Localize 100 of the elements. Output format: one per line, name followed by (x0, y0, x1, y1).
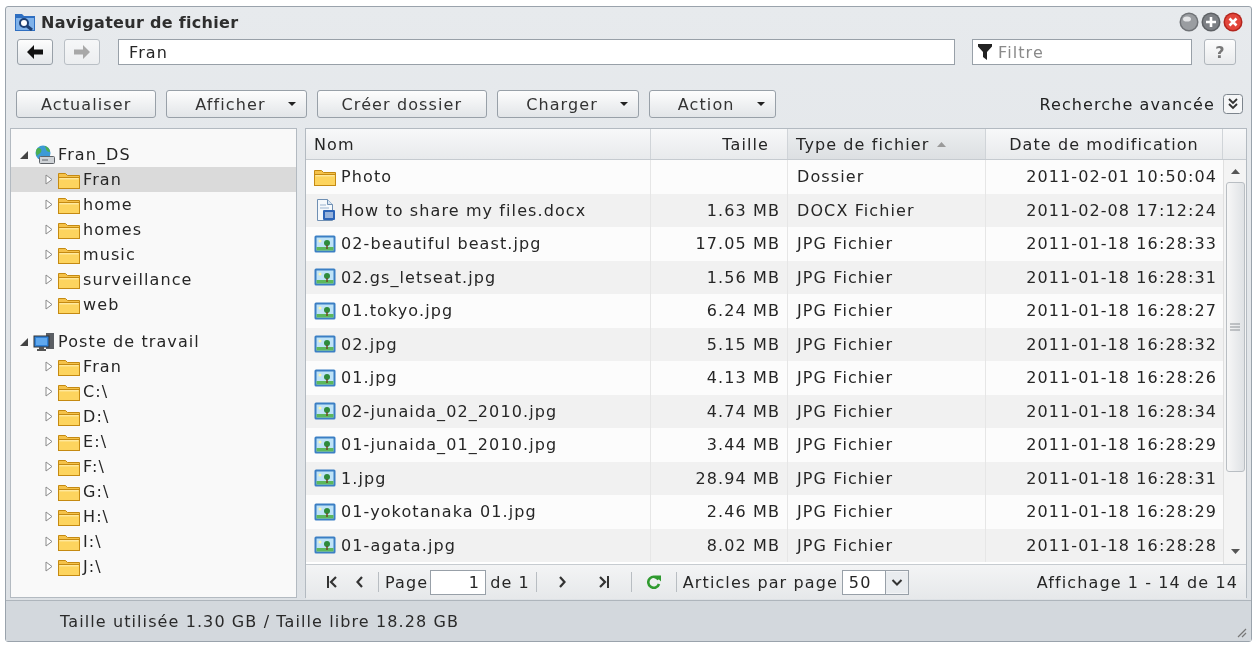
page-field[interactable]: 1 (430, 569, 487, 595)
collapsed-triangle-icon[interactable] (44, 174, 54, 185)
folder-icon (58, 407, 80, 426)
folder-icon (58, 245, 80, 264)
collapsed-triangle-icon[interactable] (44, 511, 54, 522)
collapsed-triangle-icon[interactable] (44, 249, 54, 260)
advanced-search-link[interactable]: Recherche avancée (1039, 94, 1215, 114)
tree-item[interactable]: Fran_DS (11, 142, 296, 167)
tree-item[interactable]: E:\ (11, 429, 296, 454)
next-page-icon[interactable] (558, 576, 566, 588)
toolbar-button[interactable]: Créer dossier (316, 90, 488, 118)
previous-page-icon[interactable] (356, 576, 363, 588)
file-row[interactable]: How to share my files.docx 1.63 MB DOCX Fichier 2011-02-08 17:12:24 (306, 193, 1223, 227)
tree-item[interactable]: D:\ (11, 404, 296, 429)
tree-item[interactable]: Poste de travail (11, 329, 296, 354)
tree-item[interactable]: web (11, 292, 296, 317)
collapsed-triangle-icon[interactable] (44, 299, 54, 310)
folder-icon (58, 532, 80, 551)
file-row[interactable]: 01-agata.jpg 8.02 MB JPG Fichier 2011-01-18 16:28:28 (306, 528, 1223, 562)
minimize-icon[interactable] (1179, 12, 1199, 32)
file-row[interactable]: 1.jpg 28.94 MB JPG Fichier 2011-01-18 16:28:31 (306, 461, 1223, 495)
expand-icon[interactable] (1223, 94, 1243, 114)
collapsed-triangle-icon[interactable] (44, 486, 54, 497)
collapsed-triangle-icon[interactable] (44, 561, 54, 572)
first-page-icon[interactable] (327, 576, 338, 588)
tree-item[interactable]: home (11, 192, 296, 217)
collapsed-triangle-icon[interactable] (44, 536, 54, 547)
collapsed-triangle-icon[interactable] (44, 386, 54, 397)
path-field[interactable]: Fran (118, 39, 955, 65)
toolbar-button[interactable]: Actualiser (16, 90, 157, 118)
toolbar-button[interactable]: Afficher (166, 90, 307, 118)
maximize-icon[interactable] (1201, 12, 1221, 32)
modified-date: 2011-01-18 16:28:29 (1026, 435, 1217, 455)
tree-item[interactable]: surveillance (11, 267, 296, 292)
file-size: 5.15 MB (706, 334, 780, 354)
chevron-down-icon (884, 570, 908, 594)
caret-down-icon (756, 102, 765, 106)
expanded-triangle-icon[interactable] (19, 337, 29, 346)
folder-icon (58, 457, 80, 476)
arrow-right-icon (74, 45, 90, 59)
file-row[interactable]: 02.jpg 5.15 MB JPG Fichier 2011-01-18 16:28:32 (306, 327, 1223, 361)
collapsed-triangle-icon[interactable] (44, 224, 54, 235)
tree-item[interactable]: I:\ (11, 529, 296, 554)
server-globe-icon (33, 144, 55, 165)
tree-item[interactable]: Fran (11, 354, 296, 379)
image-icon (314, 335, 336, 354)
folder-icon (58, 507, 80, 526)
filter-field[interactable]: Filtre (972, 39, 1192, 65)
help-button[interactable]: ? (1204, 39, 1236, 65)
collapsed-triangle-icon[interactable] (44, 199, 54, 210)
scrollbar-thumb[interactable] (1225, 182, 1245, 472)
collapsed-triangle-icon[interactable] (44, 436, 54, 447)
file-name: 02.gs_letseat.jpg (341, 267, 497, 287)
modified-date: 2011-01-18 16:28:27 (1026, 301, 1217, 321)
tree-item[interactable]: homes (11, 217, 296, 242)
file-size: 3.44 MB (706, 435, 780, 455)
image-icon (314, 368, 336, 387)
tree-item[interactable]: H:\ (11, 504, 296, 529)
refresh-icon[interactable] (646, 575, 661, 589)
scroll-down-icon[interactable] (1230, 549, 1240, 554)
folder-icon (58, 170, 80, 189)
tree-item[interactable]: F:\ (11, 454, 296, 479)
collapsed-triangle-icon[interactable] (44, 274, 54, 285)
scroll-up-icon[interactable] (1230, 169, 1240, 174)
column-header[interactable]: Nom (306, 129, 651, 159)
file-type: DOCX Fichier (797, 200, 915, 220)
folder-icon (58, 482, 80, 501)
modified-date: 2011-01-18 16:28:26 (1026, 368, 1217, 388)
image-icon (314, 435, 336, 454)
expanded-triangle-icon[interactable] (19, 150, 29, 159)
collapsed-triangle-icon[interactable] (44, 461, 54, 472)
collapsed-triangle-icon[interactable] (44, 361, 54, 372)
image-icon (314, 536, 336, 555)
last-page-icon[interactable] (597, 576, 609, 588)
tree-item[interactable]: music (11, 242, 296, 267)
modified-date: 2011-01-18 16:28:33 (1026, 234, 1217, 254)
folder-icon (58, 195, 80, 214)
scrollbar[interactable] (1223, 160, 1246, 564)
image-icon (314, 469, 336, 488)
tree-item[interactable]: Fran (11, 167, 296, 192)
toolbar-button[interactable]: Action (648, 90, 776, 118)
close-icon[interactable] (1223, 12, 1243, 32)
collapsed-triangle-icon[interactable] (44, 411, 54, 422)
file-type: JPG Fichier (797, 334, 894, 354)
toolbar-button[interactable]: Charger (497, 90, 639, 118)
file-row[interactable]: 02.gs_letseat.jpg 1.56 MB JPG Fichier 2011-01-18 16:28:31 (306, 260, 1223, 294)
folder-search-icon (15, 13, 35, 31)
column-header[interactable]: Date de modification (986, 129, 1223, 159)
back-button[interactable] (17, 39, 53, 65)
file-name: 1.jpg (341, 468, 387, 488)
per-page-select[interactable]: 50 (841, 569, 909, 595)
pager-summary: Affichage 1 - 14 de 14 (1036, 572, 1238, 592)
tree-item[interactable]: C:\ (11, 379, 296, 404)
file-name: 02-beautiful beast.jpg (341, 234, 542, 254)
resize-grip-icon[interactable] (1235, 626, 1247, 638)
file-row[interactable]: 02-junaida_02_2010.jpg 4.74 MB JPG Fichier 2011-01-18 16:28:34 (306, 394, 1223, 428)
file-name: 01.jpg (341, 368, 398, 388)
tree-item[interactable]: J:\ (11, 554, 296, 579)
tree-item[interactable]: G:\ (11, 479, 296, 504)
column-header[interactable]: Type de fichier (788, 129, 986, 159)
